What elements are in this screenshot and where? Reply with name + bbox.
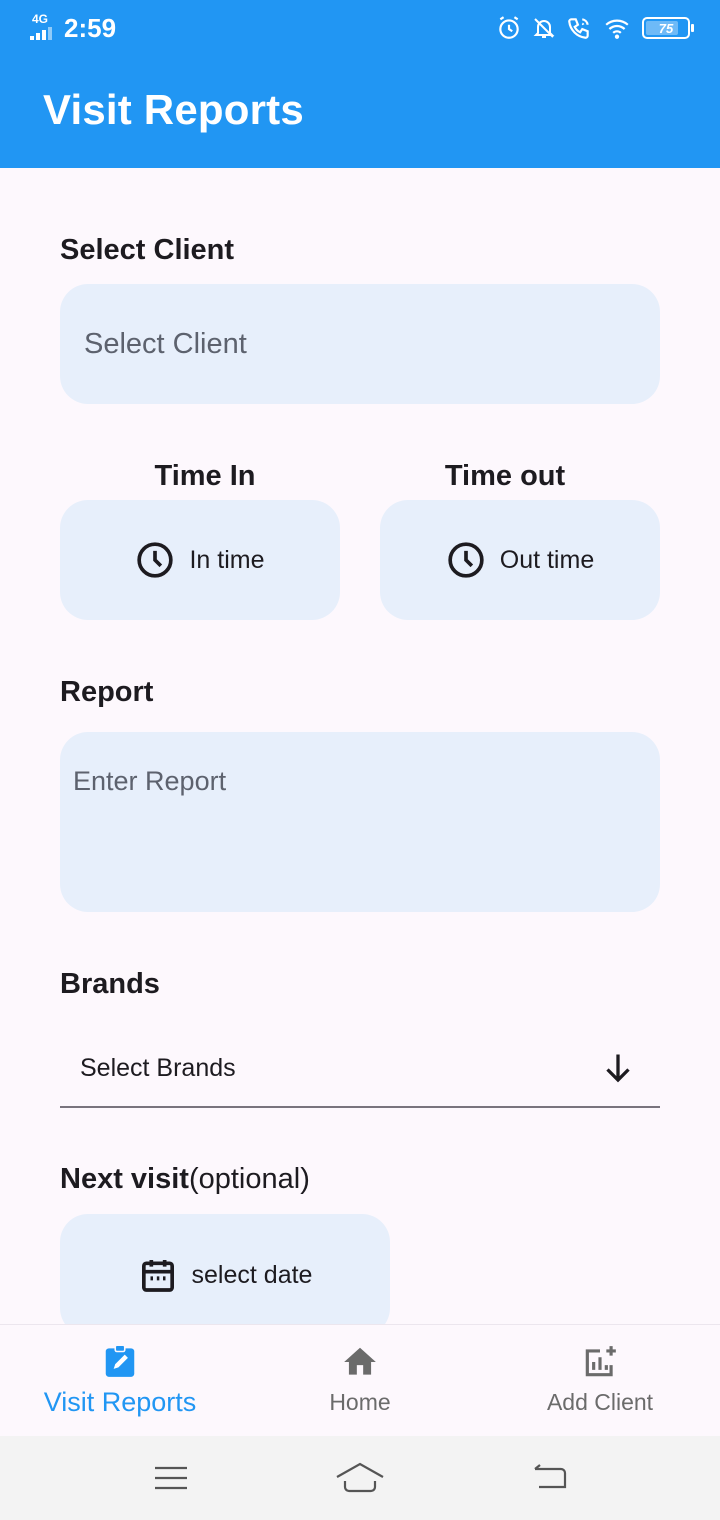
- bottom-navigation: Visit Reports Home Add Client: [0, 1324, 720, 1436]
- network-icon: 4G: [30, 12, 56, 42]
- select-date-text: select date: [191, 1260, 313, 1289]
- client-select-field[interactable]: Select Client: [60, 284, 660, 404]
- out-time-text: Out time: [499, 545, 595, 574]
- nav-item-add-client[interactable]: Add Client: [480, 1325, 720, 1436]
- nav-label-add-client: Add Client: [546, 1389, 654, 1415]
- nav-label-visit-reports: Visit Reports: [43, 1387, 197, 1417]
- status-time: 2:59: [64, 12, 117, 43]
- clock-icon: [448, 542, 484, 578]
- nav-label-home: Home: [329, 1389, 391, 1415]
- menu-icon[interactable]: [153, 1464, 189, 1492]
- report-placeholder: Enter Report: [73, 766, 227, 796]
- time-in-label: Time In: [154, 460, 256, 492]
- page-title: Visit Reports: [43, 86, 304, 133]
- select-date-button[interactable]: select date: [60, 1214, 390, 1336]
- app-bar: 4G 2:59 75 Visit Reports: [0, 0, 720, 168]
- time-out-label: Time out: [444, 460, 566, 492]
- report-label: Report: [60, 676, 154, 708]
- system-navigation-bar: [0, 1436, 720, 1520]
- nav-item-home[interactable]: Home: [240, 1325, 480, 1436]
- battery-icon: 75: [642, 17, 694, 39]
- alarm-icon: [499, 16, 519, 39]
- select-client-label: Select Client: [60, 234, 235, 266]
- home-outline-icon[interactable]: [335, 1461, 385, 1495]
- home-icon: [344, 1347, 376, 1375]
- report-textarea[interactable]: Enter Report: [60, 732, 660, 912]
- next-visit-label: Next visit(optional): [60, 1163, 310, 1195]
- brands-dropdown[interactable]: Select Brands: [60, 1030, 660, 1108]
- arrow-down-icon: [606, 1054, 630, 1083]
- in-time-text: In time: [189, 545, 265, 574]
- out-time-button[interactable]: Out time: [380, 500, 660, 620]
- bell-off-icon: [533, 18, 555, 38]
- status-bar: 4G 2:59 75: [0, 0, 720, 56]
- wifi-call-icon: [568, 18, 589, 39]
- optional-text: (optional): [188, 1163, 310, 1195]
- brands-value: Select Brands: [80, 1053, 236, 1082]
- nav-item-visit-reports[interactable]: Visit Reports: [0, 1325, 240, 1436]
- back-icon[interactable]: [531, 1463, 567, 1493]
- brands-label: Brands: [60, 968, 160, 1000]
- wifi-icon: [605, 19, 629, 39]
- in-time-button[interactable]: In time: [60, 500, 340, 620]
- clock-icon: [137, 542, 174, 578]
- edit-clipboard-icon: [105, 1344, 135, 1377]
- client-placeholder: Select Client: [84, 327, 247, 360]
- add-chart-icon: [585, 1346, 616, 1377]
- calendar-icon: [141, 1260, 174, 1292]
